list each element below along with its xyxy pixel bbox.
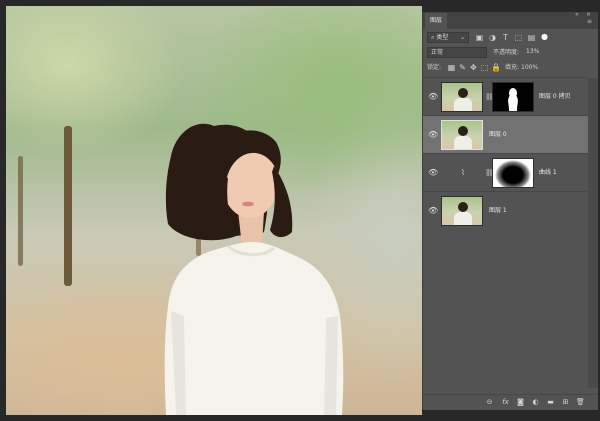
filter-row: ⌕ 类型 ⌄ ▣ ◑ T ⬚ ▤ ● [423, 32, 598, 44]
chevron-down-icon: ⌄ [459, 34, 465, 41]
adjustment-layer-icon[interactable]: ◐ [531, 398, 540, 407]
layer-name: 曲线 1 [539, 169, 557, 176]
folder-icon[interactable]: ▬ [546, 398, 555, 407]
portrait-photo [164, 123, 344, 415]
blend-row: 正常 不透明度: 13% [423, 47, 598, 59]
filter-kind-select[interactable]: ⌕ 类型 ⌄ [427, 32, 469, 43]
layers-panel-footer: ⊝ fx ◙ ◐ ▬ ⊞ 🗑 [423, 394, 598, 410]
opacity-label: 不透明度: [493, 49, 520, 56]
tab-layers[interactable]: 图层 [425, 13, 448, 29]
lock-label: 锁定: [427, 64, 442, 71]
fill-value[interactable]: 100% [521, 63, 538, 73]
panel-tab-bar: 图层 « × ≡ [423, 11, 598, 29]
layer-name: 图层 0 拷贝 [539, 93, 571, 100]
blend-mode-value: 正常 [431, 49, 444, 56]
visibility-eye-icon[interactable]: 👁 [428, 130, 438, 139]
layer-mask-thumbnail[interactable] [492, 158, 534, 188]
curves-adjustment-icon: ⌇ [461, 168, 465, 177]
layer-row[interactable]: 👁 图层 0 [423, 115, 588, 154]
visibility-eye-icon[interactable]: 👁 [428, 168, 438, 177]
layer-row[interactable]: 👁 图层 1 [423, 191, 588, 230]
collapse-icon[interactable]: « [575, 11, 579, 18]
lock-all-icon[interactable]: 🔒 [491, 63, 501, 72]
layer-row[interactable]: 👁 ⛓ 图层 0 拷贝 [423, 77, 588, 116]
add-mask-icon[interactable]: ◙ [516, 398, 525, 407]
layer-name: 图层 1 [489, 207, 507, 214]
panel-menu-icon[interactable]: ≡ [587, 18, 592, 25]
link-icon[interactable]: ⊝ [485, 398, 494, 407]
lock-move-icon[interactable]: ✥ [469, 63, 478, 72]
layer-thumbnail [441, 120, 483, 150]
smart-object-filter-icon[interactable]: ▤ [527, 33, 536, 42]
layer-mask-thumbnail[interactable] [492, 82, 534, 112]
new-layer-icon[interactable]: ⊞ [561, 398, 570, 407]
fill-label: 填充: [505, 64, 520, 71]
lock-row: 锁定: ▦ ✎ ✥ ⬚ 🔒 填充: 100% [423, 62, 598, 74]
type-filter-icon[interactable]: T [501, 33, 510, 42]
lock-transparent-icon[interactable]: ▦ [447, 63, 456, 72]
layer-thumbnail [441, 196, 483, 226]
link-icon[interactable]: ⛓ [485, 168, 494, 178]
layer-row[interactable]: 👁 ⌇ ⛓ 曲线 1 [423, 153, 588, 192]
layer-thumbnail [441, 82, 483, 112]
visibility-eye-icon[interactable]: 👁 [428, 206, 438, 215]
shape-filter-icon[interactable]: ⬚ [514, 33, 523, 42]
search-icon: ⌕ [431, 34, 435, 41]
image-filter-icon[interactable]: ▣ [475, 33, 484, 42]
fx-icon[interactable]: fx [501, 398, 510, 407]
blend-mode-select[interactable]: 正常 [427, 47, 487, 58]
close-icon[interactable]: × [586, 11, 591, 18]
lock-paint-icon[interactable]: ✎ [458, 63, 467, 72]
opacity-input[interactable]: 13% [523, 47, 553, 58]
filter-kind-label: 类型 [436, 34, 449, 41]
layer-name: 图层 0 [489, 131, 507, 138]
layers-panel: 图层 « × ≡ ⌕ 类型 ⌄ ▣ ◑ T ⬚ ▤ ● 正常 不透明度: 13%… [422, 11, 598, 410]
visibility-eye-icon[interactable]: 👁 [428, 92, 438, 101]
filter-toggle-icon[interactable]: ● [540, 32, 549, 41]
lock-artboard-icon[interactable]: ⬚ [480, 63, 489, 72]
adjustment-filter-icon[interactable]: ◑ [488, 33, 497, 42]
opacity-value: 13% [526, 48, 540, 55]
trash-icon[interactable]: 🗑 [576, 398, 585, 407]
document-canvas[interactable] [6, 6, 422, 415]
panel-scrollbar[interactable] [588, 78, 598, 388]
link-icon[interactable]: ⛓ [485, 92, 494, 102]
